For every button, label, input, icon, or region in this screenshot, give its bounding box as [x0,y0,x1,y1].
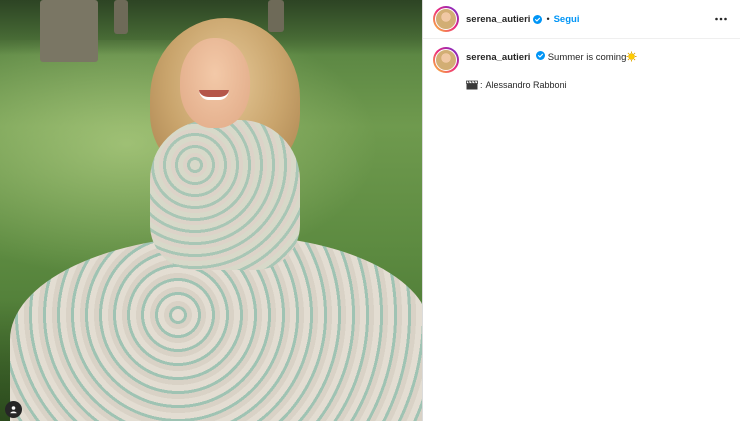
clapper-board-icon [466,80,478,90]
avatar-image [435,8,457,30]
follow-button[interactable]: Segui [554,14,580,25]
photo-face [180,38,250,128]
post-side-panel: serena_autieri • Segui serena_autieri Su… [422,0,740,421]
caption-text: serena_autieri Summer is coming [466,47,637,65]
more-options-button[interactable] [714,12,728,26]
instagram-post: serena_autieri • Segui serena_autieri Su… [0,0,740,421]
photo-subject [0,0,422,421]
verified-badge-icon [536,51,546,60]
photo-credit: : Alessandro Rabboni [466,80,733,90]
user-tag-button[interactable] [5,401,22,418]
user-tag-icon [10,406,17,414]
more-options-icon [715,17,727,21]
verified-badge-icon [533,14,543,24]
caption-avatar-image [435,49,457,71]
header-separator: • [546,14,550,24]
post-photo[interactable] [0,0,422,421]
avatar[interactable] [433,6,459,32]
header-username[interactable]: serena_autieri [466,14,530,25]
caption-avatar[interactable] [433,47,459,73]
credit-separator: : [480,80,483,90]
post-caption: serena_autieri Summer is coming: Alessa… [433,47,733,90]
credit-name: Alessandro Rabboni [485,80,567,90]
caption-body: Summer is coming [547,52,627,63]
caption-username[interactable]: serena_autieri [466,52,530,63]
photo-dress-top [150,120,300,270]
caption-row: serena_autieri Summer is coming [433,47,733,73]
post-header: serena_autieri • Segui [423,0,740,39]
sun-emoji-icon [626,51,637,62]
